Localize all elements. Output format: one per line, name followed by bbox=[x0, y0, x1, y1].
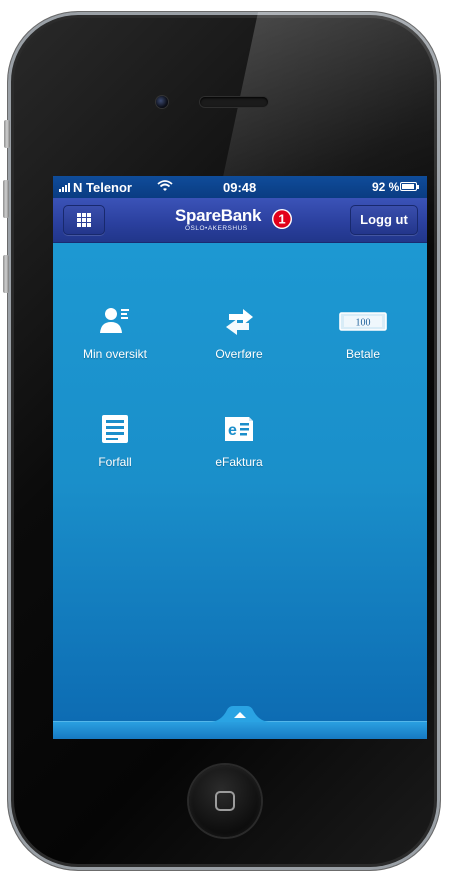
earpiece-speaker bbox=[200, 97, 268, 107]
signal-strength-icon bbox=[59, 182, 70, 192]
tile-betale[interactable]: 100 Betale bbox=[308, 305, 418, 385]
home-button[interactable] bbox=[189, 765, 261, 837]
logout-button[interactable]: Logg ut bbox=[350, 205, 418, 235]
volume-down-button bbox=[3, 255, 9, 293]
list-icon bbox=[102, 415, 128, 443]
brand-badge-icon: 1 bbox=[272, 209, 292, 229]
wifi-icon bbox=[157, 179, 173, 195]
battery-icon bbox=[400, 182, 419, 191]
volume-up-button bbox=[3, 180, 9, 218]
transfer-arrows-icon bbox=[226, 309, 253, 335]
tile-label: Overføre bbox=[215, 347, 263, 361]
sparebank-logo: SpareBank 1 OSLO•AKERSHUS bbox=[175, 204, 305, 236]
navigation-bar: SpareBank 1 OSLO•AKERSHUS Logg ut bbox=[53, 198, 427, 243]
menu-button[interactable] bbox=[63, 205, 105, 235]
brand-name: SpareBank bbox=[175, 206, 262, 225]
efaktura-icon: e bbox=[225, 417, 253, 441]
brand-badge-number: 1 bbox=[278, 212, 285, 227]
device-scene: N Telenor 09:48 92 % SpareBank 1 OSLO•AK… bbox=[0, 0, 449, 875]
carrier-name: N Telenor bbox=[73, 180, 132, 195]
svg-text:e: e bbox=[228, 422, 237, 439]
grid-menu-icon bbox=[77, 213, 91, 227]
iphone-body: N Telenor 09:48 92 % SpareBank 1 OSLO•AK… bbox=[8, 12, 440, 870]
tile-label: Min oversikt bbox=[82, 347, 147, 361]
status-time: 09:48 bbox=[223, 180, 257, 195]
bottom-bar bbox=[53, 721, 427, 739]
home-square-icon bbox=[215, 791, 235, 811]
tile-forfall[interactable]: Forfall bbox=[60, 413, 170, 493]
mute-switch bbox=[4, 120, 10, 148]
tile-min-oversikt[interactable]: Min oversikt bbox=[60, 305, 170, 385]
person-overview-icon bbox=[100, 308, 129, 333]
app-screen: N Telenor 09:48 92 % SpareBank 1 OSLO•AK… bbox=[53, 176, 427, 739]
main-menu: Min oversikt Overføre 100 Betale Forfall… bbox=[53, 243, 427, 721]
tile-label: eFaktura bbox=[215, 455, 263, 469]
battery-percent: 92 % bbox=[372, 180, 400, 194]
banknote-icon: 100 bbox=[339, 312, 387, 331]
status-bar: N Telenor 09:48 92 % bbox=[53, 176, 427, 198]
expand-handle[interactable] bbox=[209, 706, 271, 722]
tile-efaktura[interactable]: e eFaktura bbox=[184, 413, 294, 493]
battery-fill bbox=[402, 184, 414, 189]
tile-label: Betale bbox=[345, 347, 381, 361]
tile-label: Forfall bbox=[98, 455, 132, 469]
tile-overfore[interactable]: Overføre bbox=[184, 305, 294, 385]
banknote-value: 100 bbox=[356, 318, 371, 329]
front-camera bbox=[156, 96, 168, 108]
brand-subtitle: OSLO•AKERSHUS bbox=[185, 225, 248, 232]
